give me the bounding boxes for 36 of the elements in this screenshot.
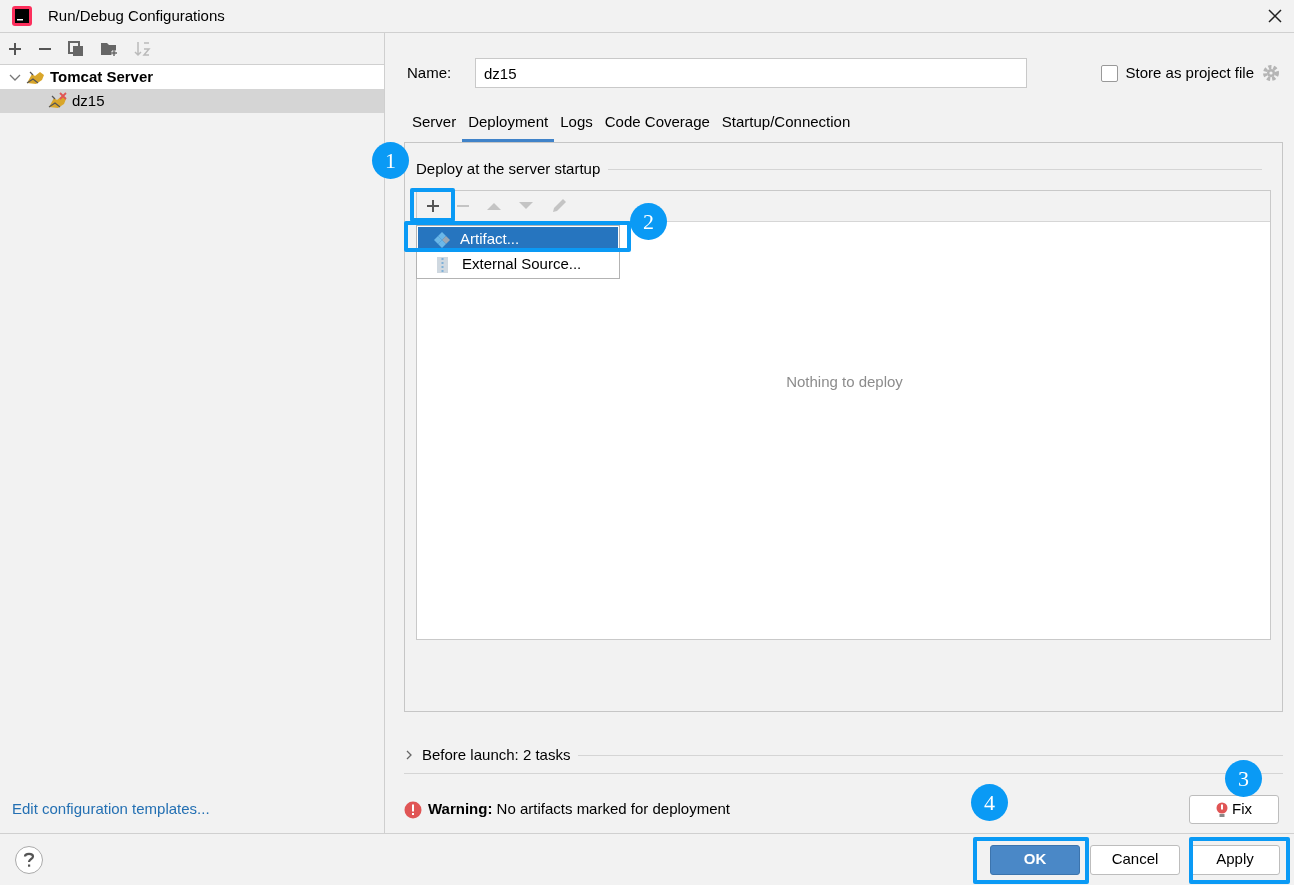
close-icon[interactable] xyxy=(1268,9,1282,23)
tab[interactable]: Startup/Connection xyxy=(715,106,857,142)
error-icon xyxy=(404,800,422,819)
add-icon[interactable] xyxy=(426,199,440,213)
copy-icon[interactable] xyxy=(68,40,84,57)
empty-message: Nothing to deploy xyxy=(786,372,903,393)
move-down-icon xyxy=(518,201,534,211)
tab[interactable]: Deployment xyxy=(462,106,555,142)
store-checkbox[interactable] xyxy=(1100,64,1118,82)
bulb-icon xyxy=(1216,801,1228,818)
expand-chevron-icon[interactable] xyxy=(404,749,414,761)
warning-message: Warning: No artifacts marked for deployment xyxy=(428,799,731,820)
move-up-icon xyxy=(486,201,502,211)
dialog-button[interactable]: Cancel xyxy=(1090,844,1180,875)
tab[interactable]: Logs xyxy=(554,106,599,142)
edit-icon xyxy=(550,197,568,215)
name-field[interactable]: dz15 xyxy=(475,58,1027,88)
window-title: Run/Debug Configurations xyxy=(48,5,225,26)
tab[interactable]: Code Coverage xyxy=(598,106,716,142)
group-title: Deploy at the server startup xyxy=(416,158,601,179)
app-logo-icon xyxy=(12,6,32,26)
before-launch-toggle[interactable]: Before launch: 2 tasks xyxy=(422,743,571,767)
dialog-button[interactable]: OK xyxy=(990,844,1080,875)
step-badge: 4 xyxy=(971,784,1008,821)
new-folder-icon[interactable] xyxy=(100,40,118,57)
fix-button[interactable]: Fix xyxy=(1189,795,1279,824)
step-badge: 3 xyxy=(1225,760,1262,797)
diamonds-icon xyxy=(434,231,450,248)
dialog-button[interactable]: Apply xyxy=(1190,844,1280,875)
help-icon[interactable] xyxy=(14,844,44,875)
tree-item[interactable]: dz15 xyxy=(0,89,384,113)
store-label: Store as project file xyxy=(1125,62,1254,83)
name-label: Name: xyxy=(406,62,453,83)
templates-link[interactable]: Edit configuration templates... xyxy=(12,799,210,817)
tab[interactable]: Server xyxy=(406,106,463,142)
add-icon[interactable] xyxy=(8,41,22,56)
